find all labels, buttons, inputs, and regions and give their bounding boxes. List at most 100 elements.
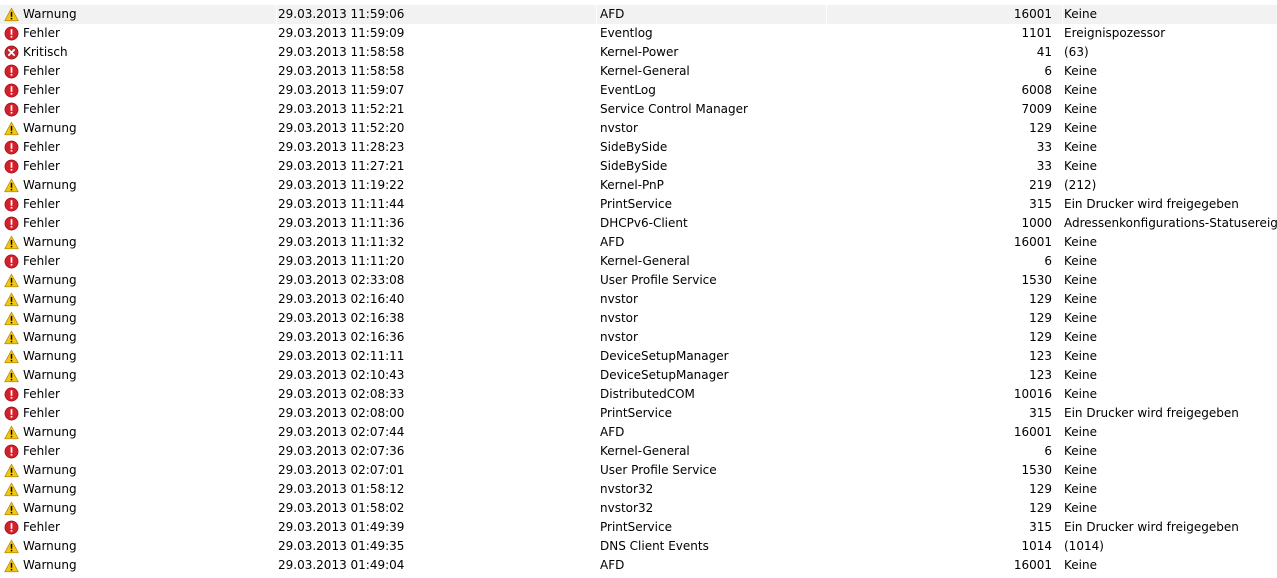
level-label: Fehler — [23, 444, 60, 458]
event-row[interactable]: Warnung 29.03.2013 11:59:06 AFD 16001 Keine — [0, 5, 1277, 24]
error-icon — [4, 254, 23, 269]
date-time-cell: 29.03.2013 02:11:11 — [278, 349, 405, 363]
event-row[interactable]: Fehler 29.03.2013 01:49:39 PrintService 315… — [0, 518, 1277, 537]
event-id-cell: 129 — [1029, 121, 1052, 135]
level-label: Warnung — [23, 463, 77, 477]
level-label: Fehler — [23, 216, 60, 230]
event-row[interactable]: Fehler 29.03.2013 11:59:07 EventLog 6008 Kei… — [0, 81, 1277, 100]
date-time-cell: 29.03.2013 11:27:21 — [278, 159, 405, 173]
event-row[interactable]: Warnung 29.03.2013 02:07:44 AFD 16001 Keine — [0, 423, 1277, 442]
source-cell: DNS Client Events — [600, 539, 709, 553]
date-time-cell: 29.03.2013 02:10:43 — [278, 368, 405, 382]
event-id-cell: 129 — [1029, 501, 1052, 515]
event-row[interactable]: Fehler 29.03.2013 02:08:00 PrintService 315… — [0, 404, 1277, 423]
warning-icon — [4, 482, 23, 497]
warning-icon — [4, 425, 23, 440]
level-cell: Fehler — [4, 518, 272, 537]
event-row[interactable]: Warnung 29.03.2013 11:11:32 AFD 16001 Keine — [0, 233, 1277, 252]
source-cell: AFD — [600, 235, 625, 249]
event-row[interactable]: Warnung 29.03.2013 02:16:38 nvstor 129 Keine — [0, 309, 1277, 328]
event-row[interactable]: Warnung 29.03.2013 02:10:43 DeviceSetupMan… — [0, 366, 1277, 385]
event-row[interactable]: Warnung 29.03.2013 02:33:08 User Profile S… — [0, 271, 1277, 290]
event-row[interactable]: Kritisch 29.03.2013 11:58:58 Kernel-Power 4… — [0, 43, 1277, 62]
task-category-cell: Keine — [1064, 368, 1097, 382]
event-row[interactable]: Fehler 29.03.2013 11:59:09 Eventlog 1101 Ere… — [0, 24, 1277, 43]
level-label: Warnung — [23, 121, 77, 135]
date-time-cell: 29.03.2013 02:08:33 — [278, 387, 405, 401]
task-category-cell: Keine — [1064, 387, 1097, 401]
level-label: Warnung — [23, 311, 77, 325]
event-row[interactable]: Warnung 29.03.2013 01:49:04 AFD 16001 Keine — [0, 556, 1277, 575]
task-category-cell: (212) — [1064, 178, 1097, 192]
event-row[interactable]: Fehler 29.03.2013 02:07:36 Kernel-General 6… — [0, 442, 1277, 461]
level-label: Warnung — [23, 368, 77, 382]
event-id-cell: 6 — [1044, 64, 1052, 78]
event-row[interactable]: Warnung 29.03.2013 02:16:36 nvstor 129 Keine — [0, 328, 1277, 347]
warning-icon — [4, 501, 23, 516]
event-row[interactable]: Fehler 29.03.2013 11:11:20 Kernel-General 6… — [0, 252, 1277, 271]
event-row[interactable]: Fehler 29.03.2013 11:11:44 PrintService 315… — [0, 195, 1277, 214]
error-icon — [4, 102, 23, 117]
date-time-cell: 29.03.2013 11:11:36 — [278, 216, 405, 230]
event-row[interactable]: Fehler 29.03.2013 11:11:36 DHCPv6-Client 10… — [0, 214, 1277, 233]
event-row[interactable]: Fehler 29.03.2013 11:58:58 Kernel-General 6… — [0, 62, 1277, 81]
source-cell: nvstor — [600, 311, 638, 325]
source-cell: Kernel-Power — [600, 45, 679, 59]
event-row[interactable]: Warnung 29.03.2013 01:58:02 nvstor32 129 Kei… — [0, 499, 1277, 518]
task-category-cell: Keine — [1064, 254, 1097, 268]
task-category-cell: Keine — [1064, 159, 1097, 173]
error-icon — [4, 26, 23, 41]
error-icon — [4, 159, 23, 174]
level-label: Fehler — [23, 83, 60, 97]
error-icon — [4, 64, 23, 79]
date-time-cell: 29.03.2013 11:28:23 — [278, 140, 405, 154]
level-label: Warnung — [23, 558, 77, 572]
level-cell: Fehler — [4, 404, 272, 423]
level-cell: Warnung — [4, 347, 272, 366]
event-row[interactable]: Warnung 29.03.2013 11:52:20 nvstor 129 Keine — [0, 119, 1277, 138]
event-row[interactable]: Fehler 29.03.2013 11:27:21 SideBySide 33 Kei… — [0, 157, 1277, 176]
event-row[interactable]: Warnung 29.03.2013 02:16:40 nvstor 129 Keine — [0, 290, 1277, 309]
date-time-cell: 29.03.2013 11:11:44 — [278, 197, 405, 211]
event-id-cell: 7009 — [1021, 102, 1052, 116]
task-category-cell: Keine — [1064, 121, 1097, 135]
event-row[interactable]: Warnung 29.03.2013 02:07:01 User Profile S… — [0, 461, 1277, 480]
date-time-cell: 29.03.2013 01:58:12 — [278, 482, 405, 496]
event-row[interactable]: Warnung 29.03.2013 01:58:12 nvstor32 129 Kei… — [0, 480, 1277, 499]
event-row[interactable]: Fehler 29.03.2013 11:52:21 Service Control… — [0, 100, 1277, 119]
level-label: Warnung — [23, 425, 77, 439]
level-label: Fehler — [23, 64, 60, 78]
level-cell: Warnung — [4, 499, 272, 518]
level-cell: Warnung — [4, 119, 272, 138]
level-label: Warnung — [23, 501, 77, 515]
level-cell: Warnung — [4, 556, 272, 575]
source-cell: DeviceSetupManager — [600, 349, 729, 363]
event-row[interactable]: Fehler 29.03.2013 02:08:33 DistributedCOM 1… — [0, 385, 1277, 404]
task-category-cell: Keine — [1064, 273, 1097, 287]
task-category-cell: Keine — [1064, 444, 1097, 458]
date-time-cell: 29.03.2013 02:07:36 — [278, 444, 405, 458]
date-time-cell: 29.03.2013 01:49:04 — [278, 558, 405, 572]
level-label: Fehler — [23, 102, 60, 116]
level-cell: Warnung — [4, 461, 272, 480]
date-time-cell: 29.03.2013 01:49:39 — [278, 520, 405, 534]
source-cell: AFD — [600, 425, 625, 439]
level-label: Warnung — [23, 330, 77, 344]
task-category-cell: Keine — [1064, 482, 1097, 496]
source-cell: User Profile Service — [600, 463, 717, 477]
warning-icon — [4, 558, 23, 573]
date-time-cell: 29.03.2013 11:52:21 — [278, 102, 405, 116]
event-row[interactable]: Warnung 29.03.2013 11:19:22 Kernel-PnP 219 (… — [0, 176, 1277, 195]
event-id-cell: 16001 — [1013, 425, 1052, 439]
date-time-cell: 29.03.2013 02:07:44 — [278, 425, 405, 439]
event-id-cell: 315 — [1029, 520, 1052, 534]
level-label: Fehler — [23, 254, 60, 268]
event-row[interactable]: Warnung 29.03.2013 02:11:11 DeviceSetupMan… — [0, 347, 1277, 366]
date-time-cell: 29.03.2013 11:11:32 — [278, 235, 405, 249]
source-cell: nvstor — [600, 292, 638, 306]
level-cell: Warnung — [4, 290, 272, 309]
event-row[interactable]: Fehler 29.03.2013 11:28:23 SideBySide 33 Kei… — [0, 138, 1277, 157]
task-category-cell: Ereignispozessor — [1064, 26, 1166, 40]
date-time-cell: 29.03.2013 02:16:40 — [278, 292, 405, 306]
event-row[interactable]: Warnung 29.03.2013 01:49:35 DNS Client Eve… — [0, 537, 1277, 556]
